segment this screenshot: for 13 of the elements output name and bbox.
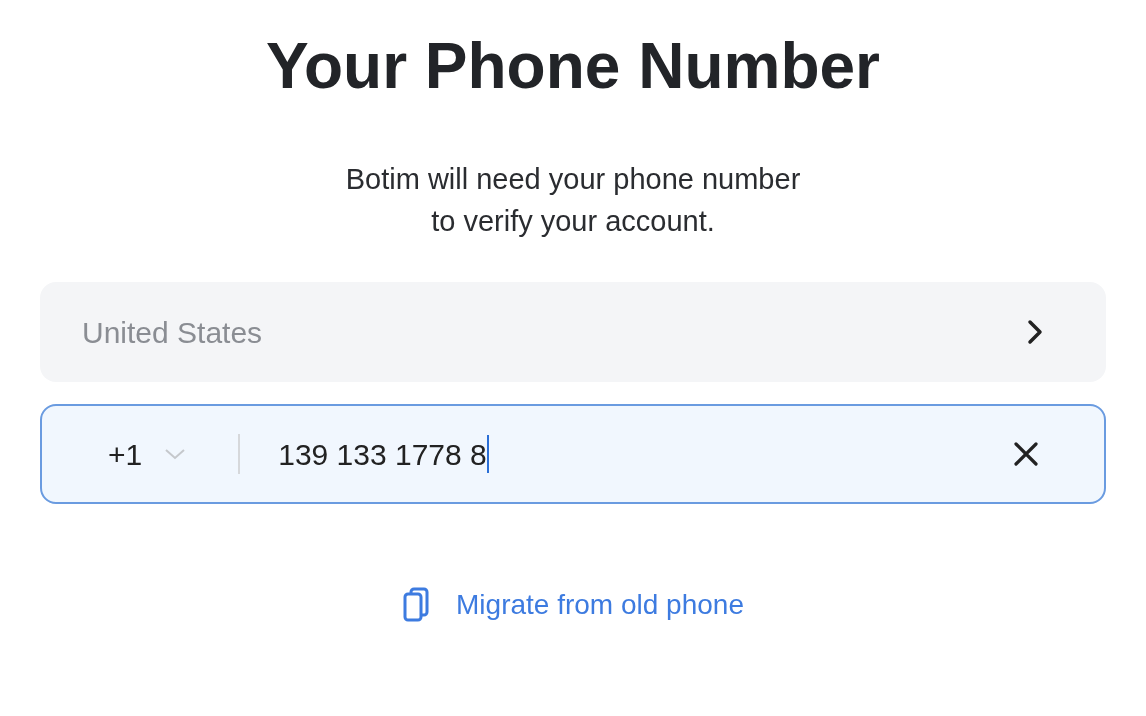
close-icon [1013,441,1039,467]
page-title: Your Phone Number [266,29,880,104]
migrate-link[interactable]: Migrate from old phone [402,584,744,626]
country-code-dropdown[interactable]: +1 [108,431,187,477]
subtitle-text: Botim will need your phone number [345,162,801,197]
phones-icon [402,587,431,623]
country-placeholder: United States [82,314,263,351]
chevron-right-icon [1026,318,1044,346]
phone-number-text: 139 133 1778 8 [278,436,487,473]
chevron-down-icon [164,448,187,460]
phone-field[interactable]: +1 139 133 1778 8 [40,404,1106,504]
subtitle-text: to verify your account. [431,204,715,239]
text-cursor [486,435,489,473]
